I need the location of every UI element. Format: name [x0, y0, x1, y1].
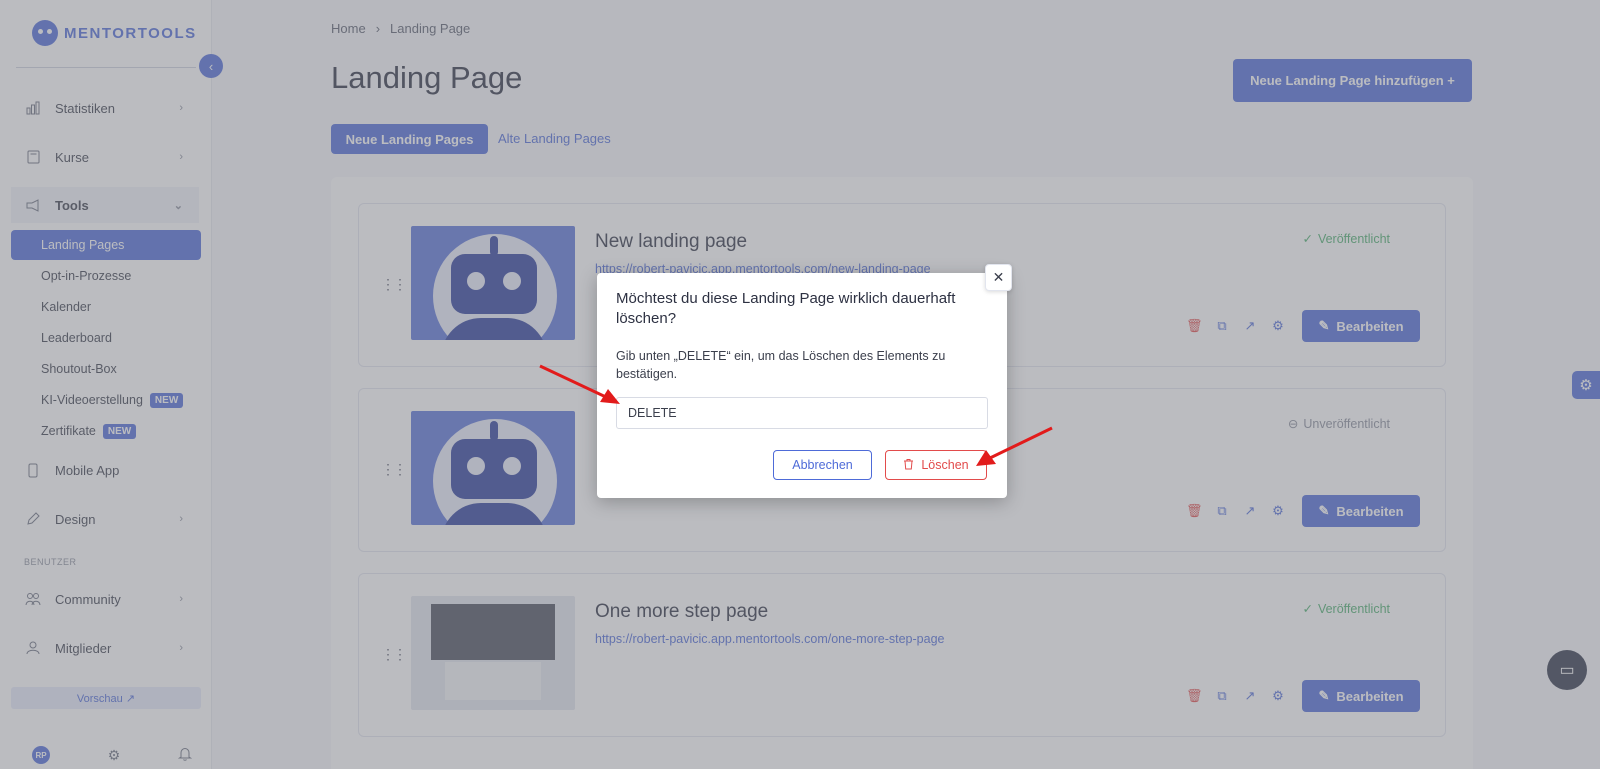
dialog-description: Gib unten „DELETE“ ein, um das Löschen d… — [616, 349, 946, 381]
delete-label: Löschen — [921, 458, 969, 472]
confirm-delete-input[interactable] — [616, 397, 988, 429]
trash-icon — [903, 458, 914, 473]
annotation-arrow-icon — [539, 364, 620, 404]
annotation-arrow-icon — [976, 426, 1053, 466]
cancel-button[interactable]: Abbrechen — [773, 450, 872, 480]
delete-confirm-dialog: ✕ Möchtest du diese Landing Page wirklic… — [597, 264, 1012, 498]
close-button[interactable]: ✕ — [985, 264, 1012, 291]
close-icon: ✕ — [992, 269, 1005, 285]
dialog-title: Möchtest du diese Landing Page wirklich … — [616, 290, 956, 327]
